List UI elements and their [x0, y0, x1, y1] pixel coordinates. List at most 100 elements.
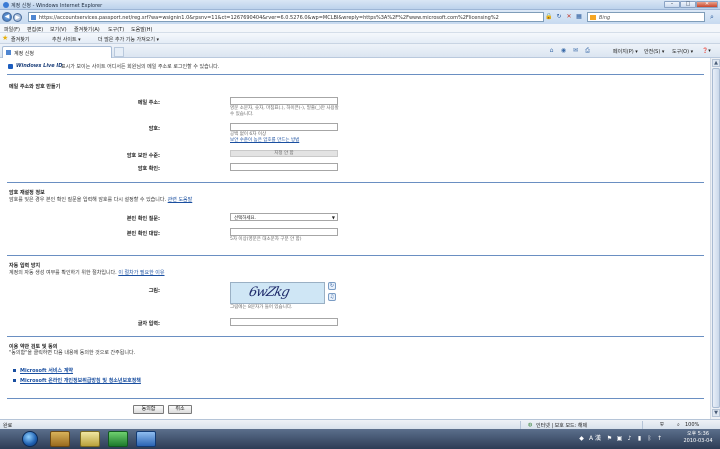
divider — [7, 336, 704, 337]
scroll-thumb[interactable] — [712, 68, 720, 408]
ime-indicator[interactable]: A 漢 — [586, 435, 604, 442]
new-tab-button[interactable] — [114, 47, 124, 57]
feeds-icon[interactable]: ◉ — [560, 47, 567, 54]
confirm-password-field[interactable] — [230, 163, 338, 171]
zoom-icon: ⌕ — [677, 422, 680, 428]
captcha-image-label: 그림: — [148, 288, 160, 294]
chevron-down-icon: ▼ — [331, 215, 335, 220]
captcha-chars-label: 글자 입력: — [137, 321, 160, 327]
captcha-chars-field[interactable] — [230, 318, 338, 326]
status-text: 완료 — [3, 423, 13, 429]
menu-view[interactable]: 보기(V) — [50, 26, 67, 33]
status-bar: 완료 ◍ 인터넷 | 보호 모드: 해제 ⛨ ⌕ 100% — [0, 419, 720, 429]
excel-taskbar-icon[interactable] — [108, 431, 128, 447]
address-row: ◀ ▶ https://accountservices.passport.net… — [0, 10, 720, 24]
search-input[interactable]: Bing — [587, 12, 705, 22]
ie-taskbar-icon[interactable] — [136, 431, 156, 447]
menu-file[interactable]: 파일(F) — [4, 26, 20, 33]
divider — [7, 74, 704, 75]
taskbar: ◆ A 漢 ⚑ ▣ ♪ ▮ ᛒ ↑ 오후 5:36 2010-03-04 — [0, 429, 720, 449]
scroll-down-icon[interactable]: ▼ — [712, 409, 720, 417]
menu-bar: 파일(F) 편집(E) 보기(V) 즐겨찾기(A) 도구(T) 도움말(H) — [0, 24, 720, 33]
page-menu[interactable]: 페이지(P) ▾ — [613, 48, 638, 55]
update-icon[interactable]: ↑ — [656, 435, 663, 442]
password-strength-meter: 지정 안 함 — [230, 150, 338, 157]
notes-taskbar-icon[interactable] — [80, 431, 100, 447]
display-icon[interactable]: ▣ — [616, 435, 623, 442]
forward-icon[interactable]: ▶ — [13, 13, 22, 22]
start-button-icon[interactable] — [22, 431, 38, 447]
favorites-bar: ★ 즐겨찾기 추천 사이트 ▾ 더 많은 추가 기능 가져오기 ▾ — [0, 33, 720, 44]
volume-icon[interactable]: ♪ — [626, 435, 633, 442]
question-select-value: 선택하세요. — [234, 216, 257, 221]
cancel-button[interactable]: 취소 — [168, 405, 192, 414]
question-label: 본인 확인 질문: — [126, 216, 160, 222]
maximize-button[interactable]: □ — [680, 1, 696, 8]
favorites-button[interactable]: 즐겨찾기 — [11, 36, 29, 43]
print-icon[interactable]: ⎙ — [584, 47, 591, 54]
refresh-icon[interactable]: ↻ — [555, 13, 563, 21]
menu-favorites[interactable]: 즐겨찾기(A) — [74, 26, 100, 33]
lock-icon[interactable]: 🔒 — [545, 13, 553, 21]
captcha-image-text: 6wZkg — [247, 285, 291, 300]
page-icon — [31, 15, 36, 20]
divider — [7, 255, 704, 256]
suggested-sites[interactable]: 추천 사이트 ▾ — [52, 36, 81, 43]
minimize-button[interactable]: – — [664, 1, 680, 8]
help-menu[interactable]: ❓▾ — [702, 48, 711, 54]
refresh-captcha-icon[interactable]: ↻ — [328, 282, 336, 290]
section-title-email: 메일 주소와 암호 만들기 — [9, 84, 61, 90]
favorites-star-icon: ★ — [2, 34, 9, 42]
captcha-hint: 그림에는 8문자가 들어 있습니다. — [230, 305, 293, 310]
captcha-image: 6wZkg — [230, 282, 325, 304]
intro-text: 표시가 보이는 사이트 어디서든 회원님의 메일 주소로 로그인할 수 있습니다… — [61, 64, 220, 70]
power-icon[interactable]: ▮ — [636, 435, 643, 442]
password-field[interactable] — [230, 123, 338, 131]
back-icon[interactable]: ◀ — [2, 12, 12, 22]
globe-icon: ◍ — [528, 422, 533, 428]
address-url[interactable]: https://accountservices.passport.net/reg… — [39, 15, 499, 21]
menu-help[interactable]: 도움말(H) — [131, 26, 152, 33]
privacy-policy-link[interactable]: Microsoft 온라인 개인정보취급방침 및 청소년보호정책 — [20, 377, 141, 384]
question-select[interactable]: 선택하세요. ▼ — [230, 213, 338, 221]
home-icon[interactable]: ⌂ — [548, 47, 555, 54]
network-icon[interactable]: ◆ — [578, 435, 585, 442]
safety-menu[interactable]: 안전(S) ▾ — [644, 48, 664, 55]
bluetooth-icon[interactable]: ᛒ — [646, 435, 653, 442]
windows-live-logo-icon — [8, 64, 13, 69]
address-bar[interactable]: https://accountservices.passport.net/reg… — [28, 12, 544, 22]
title-bar: 계정 신청 - Windows Internet Explorer – □ ✕ — [0, 0, 720, 10]
captcha-description-text: 계정의 자동 생성 여부를 확인하기 위한 절차입니다. — [9, 270, 117, 276]
agree-button[interactable]: 동의함 — [133, 405, 164, 414]
strong-password-link[interactable]: 보안 수준이 높은 암호를 만드는 방법 — [230, 137, 299, 143]
explorer-taskbar-icon[interactable] — [50, 431, 70, 447]
flag-icon[interactable]: ⚑ — [606, 435, 613, 442]
scroll-up-icon[interactable]: ▲ — [712, 59, 720, 67]
strength-label: 암호 보안 수준: — [126, 153, 160, 159]
email-label: 메일 주소: — [137, 100, 160, 106]
taskbar-clock[interactable]: 오후 5:36 2010-03-04 — [676, 431, 720, 445]
close-button[interactable]: ✕ — [696, 1, 718, 8]
tab-page-icon — [6, 50, 11, 55]
menu-tools[interactable]: 도구(T) — [108, 26, 124, 33]
service-agreement-link[interactable]: Microsoft 서비스 계약 — [20, 367, 73, 374]
audio-captcha-icon[interactable]: ♫ — [328, 293, 336, 301]
tools-menu[interactable]: 도구(O) ▾ — [672, 48, 693, 55]
mail-icon[interactable]: ✉ — [572, 47, 579, 54]
security-zone[interactable]: 인터넷 | 보호 모드: 해제 — [536, 422, 587, 429]
protected-mode-icon[interactable]: ⛨ — [660, 422, 664, 428]
page-content: Windows Live ID 표시가 보이는 사이트 어디서든 회원님의 메일… — [0, 58, 710, 419]
zoom-level[interactable]: 100% — [685, 422, 699, 428]
reset-help-link[interactable]: 관련 도움말 — [168, 197, 193, 203]
search-icon[interactable]: ⌕ — [707, 12, 717, 22]
email-field[interactable] — [230, 97, 338, 105]
answer-field[interactable] — [230, 228, 338, 236]
stop-icon[interactable]: ✕ — [565, 13, 573, 21]
vertical-scrollbar[interactable]: ▲ ▼ — [710, 58, 720, 419]
get-more-addons[interactable]: 더 많은 추가 기능 가져오기 ▾ — [98, 36, 159, 43]
menu-edit[interactable]: 편집(E) — [27, 26, 43, 33]
captcha-why-link[interactable]: 이 절차가 필요한 이유 — [118, 270, 164, 276]
compat-icon[interactable]: ▦ — [575, 13, 583, 21]
tab-current[interactable]: 계정 신청 — [2, 46, 112, 58]
bullet-icon — [13, 379, 16, 382]
